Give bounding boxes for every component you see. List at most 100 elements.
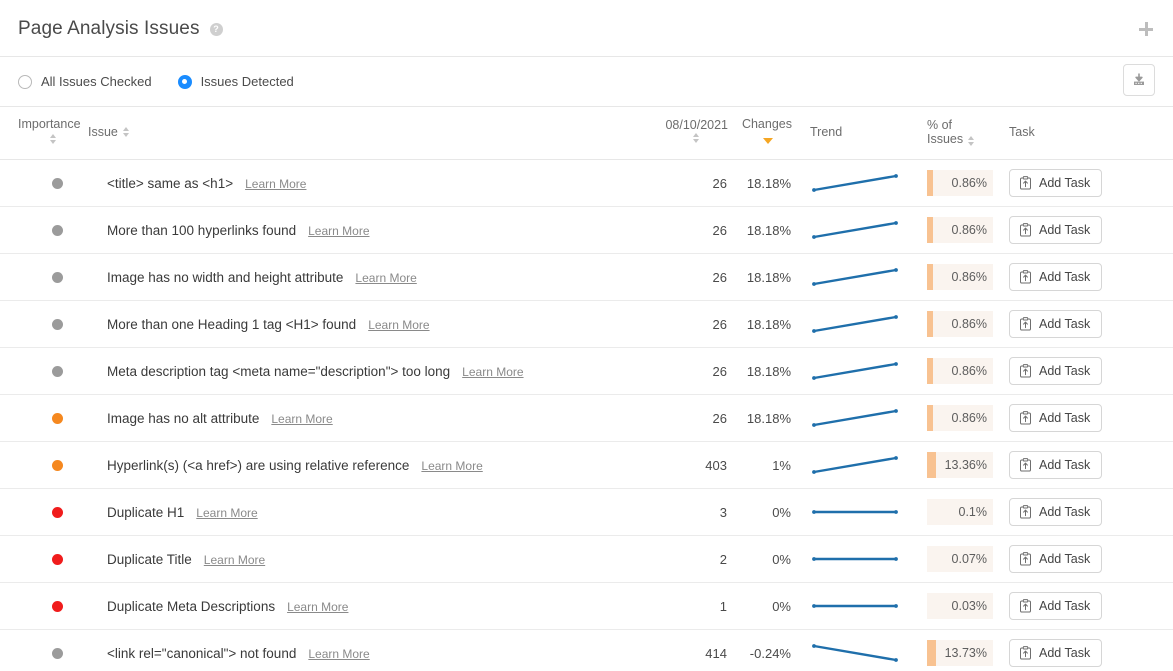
cell-issue-count[interactable]: 26: [650, 253, 728, 301]
add-task-label: Add Task: [1039, 176, 1091, 190]
cell-percent-of-issues: 0.86%: [927, 206, 1005, 254]
cell-issue-count[interactable]: 403: [650, 441, 728, 489]
add-task-label: Add Task: [1039, 646, 1091, 661]
clipboard-upload-icon: [1020, 317, 1031, 331]
cell-issue-count[interactable]: 414: [650, 630, 728, 671]
cell-task: Add Task: [1005, 253, 1173, 301]
add-task-button[interactable]: Add Task: [1009, 451, 1103, 479]
export-download-button[interactable]: [1123, 64, 1155, 96]
importance-dot-low: [52, 271, 63, 283]
trend-sparkline-flat: [812, 557, 898, 561]
learn-more-link[interactable]: Learn More: [204, 553, 265, 567]
learn-more-link[interactable]: Learn More: [355, 271, 416, 285]
filter-row: All Issues Checked Issues Detected: [0, 57, 1173, 106]
percent-value: 0.86%: [951, 411, 987, 425]
cell-importance: [0, 300, 88, 348]
importance-dot-high: [52, 506, 63, 518]
trend-sparkline-up: [812, 409, 898, 427]
percent-value: 0.1%: [958, 505, 988, 519]
add-task-button[interactable]: Add Task: [1009, 310, 1103, 338]
table-row: Duplicate H1 Learn More 3 0% 0.1% Add Task: [0, 488, 1173, 536]
column-header-issue[interactable]: Issue: [88, 107, 650, 160]
cell-issue: <title> same as <h1> Learn More: [88, 159, 650, 207]
column-header-percent-of-issues[interactable]: % of Issues: [927, 107, 1005, 160]
cell-percent-of-issues: 0.86%: [927, 394, 1005, 442]
cell-issue-count[interactable]: 26: [650, 206, 728, 254]
add-task-button[interactable]: Add Task: [1009, 263, 1103, 291]
learn-more-link[interactable]: Learn More: [368, 318, 429, 332]
cell-task: Add Task: [1005, 347, 1173, 395]
cell-issue-count[interactable]: 2: [650, 535, 728, 583]
add-task-button[interactable]: Add Task: [1009, 545, 1103, 573]
learn-more-link[interactable]: Learn More: [421, 459, 482, 473]
column-header-changes[interactable]: Changes: [728, 107, 792, 160]
cell-trend: [792, 488, 927, 536]
column-header-trend: Trend: [792, 107, 927, 160]
learn-more-link[interactable]: Learn More: [308, 224, 369, 238]
add-task-button[interactable]: Add Task: [1009, 357, 1103, 385]
cell-issue-count[interactable]: 1: [650, 582, 728, 630]
sort-icon[interactable]: [968, 136, 975, 147]
help-icon[interactable]: ?: [209, 23, 223, 36]
table-row: Image has no width and height attribute L…: [0, 253, 1173, 301]
cell-task: Add Task: [1005, 535, 1173, 583]
percent-bar-box: 0.86%: [927, 405, 993, 431]
cell-changes: 18.18%: [728, 253, 792, 301]
add-task-button[interactable]: Add Task: [1009, 404, 1103, 432]
trend-sparkline-up: [812, 315, 898, 333]
add-task-label: Add Task: [1039, 599, 1091, 613]
percent-bar-fill: [927, 170, 933, 196]
radio-all-issues-checked[interactable]: All Issues Checked: [18, 74, 152, 89]
cell-issue-count[interactable]: 26: [650, 394, 728, 442]
learn-more-link[interactable]: Learn More: [287, 600, 348, 614]
issue-filter-radio-group: All Issues Checked Issues Detected: [18, 74, 294, 89]
issue-name: Duplicate H1: [107, 504, 185, 520]
add-task-button[interactable]: Add Task: [1009, 639, 1103, 668]
cell-issue: Duplicate Title Learn More: [88, 535, 650, 583]
cell-task: Add Task: [1005, 630, 1173, 671]
sort-icon[interactable]: [122, 127, 130, 137]
download-icon: [1134, 73, 1144, 85]
importance-dot-low: [52, 318, 63, 330]
cell-task: Add Task: [1005, 582, 1173, 630]
radio-issues-detected[interactable]: Issues Detected: [177, 74, 294, 89]
percent-value: 13.73%: [944, 646, 987, 661]
cell-importance: [0, 347, 88, 395]
sort-icon[interactable]: [693, 133, 700, 143]
cell-issue-count[interactable]: 3: [650, 488, 728, 536]
table-row: <link rel="canonical"> not found Learn Mo…: [0, 630, 1173, 671]
cell-task: Add Task: [1005, 206, 1173, 254]
learn-more-link[interactable]: Learn More: [196, 506, 257, 520]
learn-more-link[interactable]: Learn More: [462, 365, 523, 379]
cell-task: Add Task: [1005, 159, 1173, 207]
sort-icon-active-desc[interactable]: [763, 132, 774, 144]
cell-issue-count[interactable]: 26: [650, 347, 728, 395]
issue-name: More than 100 hyperlinks found: [107, 222, 297, 238]
column-header-importance[interactable]: Importance: [0, 107, 88, 160]
column-header-label: 08/10/2021: [665, 117, 728, 132]
cell-trend: [792, 630, 927, 671]
percent-bar-box: 0.86%: [927, 311, 993, 337]
add-task-label: Add Task: [1039, 270, 1091, 284]
add-task-button[interactable]: Add Task: [1009, 216, 1103, 244]
learn-more-link[interactable]: Learn More: [245, 177, 306, 191]
add-task-label: Add Task: [1039, 552, 1091, 566]
cell-issue-count[interactable]: 26: [650, 300, 728, 348]
add-task-button[interactable]: Add Task: [1009, 169, 1103, 197]
cell-issue-count[interactable]: 26: [650, 159, 728, 207]
percent-bar-fill: [927, 405, 933, 431]
cell-task: Add Task: [1005, 441, 1173, 489]
learn-more-link[interactable]: Learn More: [308, 647, 369, 661]
add-task-button[interactable]: Add Task: [1009, 592, 1103, 620]
column-header-label: Changes: [741, 117, 792, 132]
learn-more-link[interactable]: Learn More: [271, 412, 332, 426]
add-task-button[interactable]: Add Task: [1009, 498, 1103, 526]
column-header-date[interactable]: 08/10/2021: [650, 107, 728, 160]
percent-bar-fill: [927, 217, 933, 243]
importance-dot-low: [52, 647, 63, 659]
sort-icon[interactable]: [49, 134, 57, 144]
table-row: Duplicate Title Learn More 2 0% 0.07% Add Tas…: [0, 535, 1173, 583]
page-title: Page Analysis Issues: [18, 17, 200, 39]
plus-icon[interactable]: [1139, 22, 1153, 36]
importance-dot-medium: [52, 412, 63, 424]
